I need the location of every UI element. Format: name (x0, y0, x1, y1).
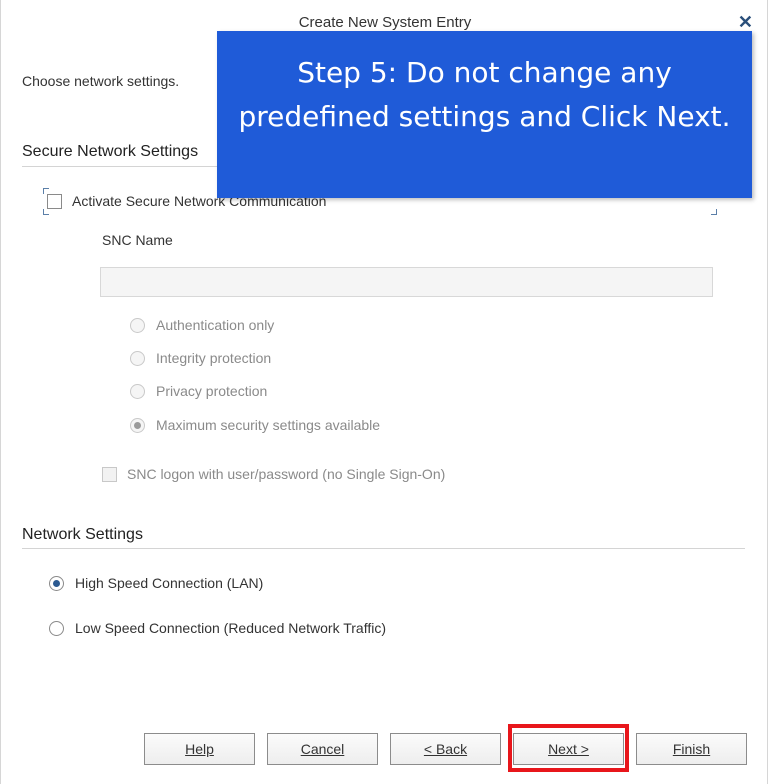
radio-button[interactable] (49, 620, 64, 636)
radio-label: Integrity protection (156, 350, 272, 366)
radio-label: Authentication only (156, 317, 275, 333)
radio-label: Low Speed Connection (Reduced Network Tr… (75, 620, 387, 636)
help-button[interactable]: Help (144, 733, 255, 765)
radio-authentication-only[interactable]: Authentication only (130, 317, 274, 333)
section-divider (22, 548, 745, 549)
callout-line-1: Step 5: Do not change any (297, 56, 672, 89)
radio-button[interactable] (130, 317, 145, 333)
radio-button[interactable] (130, 350, 145, 366)
page-subtitle: Choose network settings. (22, 73, 180, 89)
radio-label: Privacy protection (156, 383, 268, 399)
radio-button[interactable] (130, 417, 145, 433)
checkbox-box[interactable] (47, 193, 62, 209)
radio-label: High Speed Connection (LAN) (75, 575, 264, 591)
snc-logon-label: SNC logon with user/password (no Single … (127, 466, 446, 482)
window-title: Create New System Entry (298, 14, 472, 31)
radio-integrity-protection[interactable]: Integrity protection (130, 350, 271, 366)
tutorial-callout: Step 5: Do not change any predefined set… (217, 31, 752, 198)
snc-name-input[interactable] (100, 267, 713, 297)
callout-line-2: predefined settings and Click Next. (238, 100, 731, 133)
finish-button[interactable]: Finish (636, 733, 747, 765)
secure-network-settings-header: Secure Network Settings (22, 143, 199, 160)
next-button-highlight (508, 724, 629, 772)
focus-corner (43, 209, 49, 215)
radio-maximum-security[interactable]: Maximum security settings available (130, 417, 380, 433)
checkbox-box[interactable] (102, 466, 117, 482)
back-button[interactable]: < Back (390, 733, 501, 765)
cancel-button[interactable]: Cancel (267, 733, 378, 765)
create-system-entry-dialog: Create New System Entry ✕ Choose network… (0, 0, 768, 784)
close-icon[interactable]: ✕ (738, 12, 753, 33)
radio-privacy-protection[interactable]: Privacy protection (130, 383, 267, 399)
network-settings-header: Network Settings (22, 526, 143, 543)
radio-high-speed-lan[interactable]: High Speed Connection (LAN) (49, 575, 263, 591)
radio-button[interactable] (49, 575, 64, 591)
snc-name-label: SNC Name (102, 232, 173, 248)
radio-label: Maximum security settings available (156, 417, 381, 433)
radio-low-speed[interactable]: Low Speed Connection (Reduced Network Tr… (49, 620, 386, 636)
radio-button[interactable] (130, 383, 145, 399)
focus-corner (711, 209, 717, 215)
snc-logon-checkbox[interactable]: SNC logon with user/password (no Single … (102, 466, 445, 482)
